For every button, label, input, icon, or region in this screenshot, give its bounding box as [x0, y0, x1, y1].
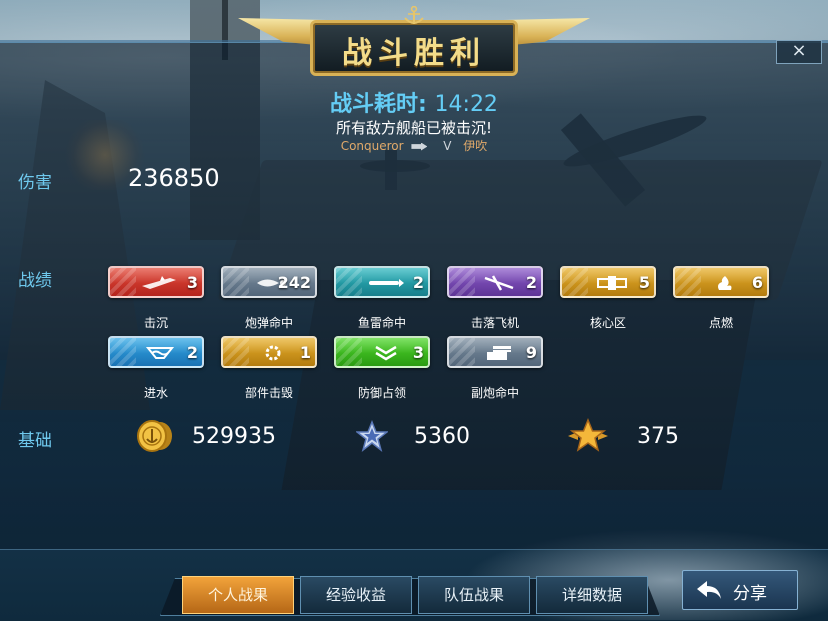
tab-experience-gain[interactable]: 经验收益 [300, 576, 412, 614]
result-tabs: 个人战果 经验收益 队伍战果 详细数据 [160, 572, 660, 618]
badge-stripe [336, 268, 362, 296]
badge-label-shell-hits: 炮弹命中 [244, 316, 293, 330]
rank-points-value: 375 [637, 424, 679, 449]
player-name: Conqueror [340, 139, 404, 153]
badge-count: 2 [525, 273, 537, 292]
badge-label-secondary-hits: 副炮命中 [470, 386, 519, 400]
matchup-line: Conqueror V 伊吹 [0, 137, 828, 154]
badge-stripe [223, 268, 249, 296]
sinking-ship-icon [142, 276, 176, 289]
badge-count: 242 [277, 273, 311, 292]
badge-count: 1 [299, 343, 311, 362]
shell-hit-icon [257, 279, 286, 287]
tab-team-results[interactable]: 队伍战果 [418, 576, 530, 614]
tab-detailed-data[interactable]: 详细数据 [536, 576, 648, 614]
downed-plane-icon [484, 275, 514, 291]
badge-shell-hits[interactable]: 242 [221, 266, 317, 298]
badge-defense-capture[interactable]: 3 [334, 336, 430, 368]
badge-stripe [449, 338, 475, 366]
badge-torpedo-hits[interactable]: 2 [334, 266, 430, 298]
battle-duration-value: 14:22 [434, 92, 498, 117]
badge-count: 3 [186, 273, 198, 292]
basic-label: 基础 [18, 431, 52, 451]
secondary-gun-icon [487, 346, 511, 360]
battle-duration: 战斗耗时: 14:22 [0, 86, 828, 118]
badge-stripe [110, 268, 136, 296]
result-message: 所有敌方舰船已被击沉! [335, 119, 492, 137]
close-button[interactable]: × [776, 40, 822, 64]
experience-value: 5360 [414, 424, 470, 449]
opponent-name: 伊吹 [463, 139, 488, 153]
badge-count: 2 [186, 343, 198, 362]
share-label: 分享 [733, 584, 767, 604]
victory-banner: 战斗胜利 [238, 6, 590, 84]
record-label: 战绩 [18, 271, 52, 291]
badge-sunk[interactable]: 3 [108, 266, 204, 298]
badge-label-planes-downed: 击落飞机 [470, 316, 519, 330]
badge-stripe [675, 268, 701, 296]
fire-icon [718, 276, 732, 290]
badge-flooding[interactable]: 2 [108, 336, 204, 368]
blue-star-icon [356, 420, 388, 452]
tab-personal-results[interactable]: 个人战果 [182, 576, 294, 614]
badge-label-citadel: 核心区 [589, 316, 626, 330]
gold-star-icon [568, 418, 608, 452]
credits-value: 529935 [192, 424, 276, 449]
defense-capture-icon [375, 345, 397, 361]
module-destroyed-icon [265, 345, 281, 361]
badge-modules-destroyed[interactable]: 1 [221, 336, 317, 368]
badge-count: 9 [525, 343, 537, 362]
victory-title: 战斗胜利 [342, 36, 486, 71]
badge-label-fire: 点燃 [708, 316, 733, 330]
anchor-icon [404, 6, 424, 24]
badge-stripe [110, 338, 136, 366]
badge-secondary-hits[interactable]: 9 [447, 336, 543, 368]
versus-arrow-icon [411, 142, 428, 151]
badge-count: 5 [638, 273, 650, 292]
citadel-icon [597, 276, 627, 290]
damage-label: 伤害 [18, 173, 52, 193]
badge-count: 3 [412, 343, 424, 362]
versus-label: V [443, 139, 452, 153]
badge-label-flooding: 进水 [143, 386, 168, 400]
badge-count: 2 [412, 273, 424, 292]
torpedo-icon [369, 279, 404, 287]
close-icon: × [791, 40, 807, 61]
gold-coin-icon [137, 420, 172, 452]
badge-stripe [223, 338, 249, 366]
share-arrow-icon [697, 581, 721, 599]
badge-planes-downed[interactable]: 2 [447, 266, 543, 298]
share-button[interactable]: 分享 [682, 570, 798, 610]
badge-label-defense-capture: 防御占领 [357, 386, 406, 400]
badge-stripe [562, 268, 588, 296]
badge-label-modules-destroyed: 部件击毁 [244, 386, 293, 400]
badge-label-torpedo-hits: 鱼雷命中 [357, 316, 406, 330]
badge-stripe [449, 268, 475, 296]
flooding-icon [145, 347, 175, 359]
damage-value: 236850 [128, 164, 220, 192]
badge-citadel[interactable]: 5 [560, 266, 656, 298]
badge-fire[interactable]: 6 [673, 266, 769, 298]
badge-label-sunk: 击沉 [143, 316, 168, 330]
battle-duration-label: 战斗耗时: [330, 92, 427, 117]
badge-stripe [336, 338, 362, 366]
badge-count: 6 [751, 273, 763, 292]
